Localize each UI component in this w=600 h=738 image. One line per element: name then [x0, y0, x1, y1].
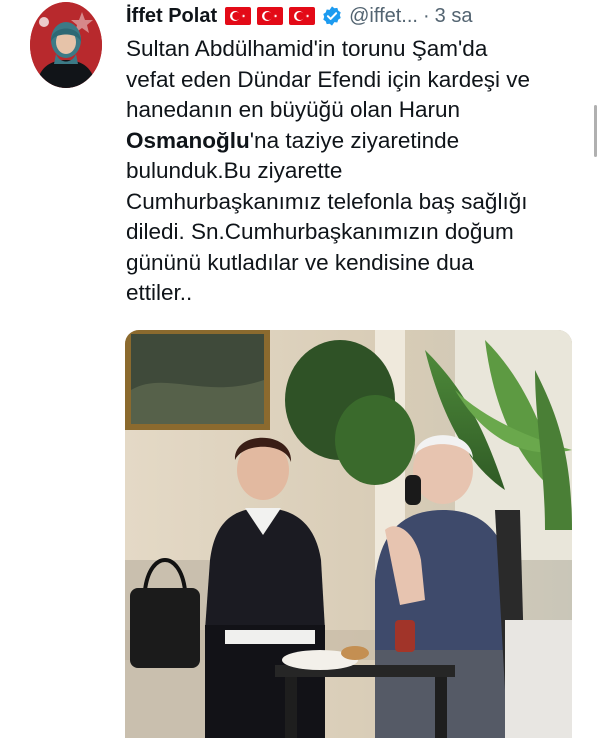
turkey-flag-icon	[257, 7, 284, 25]
turkey-flag-icon	[289, 7, 316, 25]
tweet-text-line: vefat eden Dündar Efendi için kardeşi ve	[126, 66, 530, 92]
tweet-text-line: Cumhurbaşkanımız telefonla baş sağlığı	[126, 188, 528, 214]
verified-badge-icon	[323, 6, 341, 26]
profile-avatar[interactable]	[30, 2, 102, 88]
separator-dot: ·	[422, 4, 430, 27]
tweet-text-line: diledi. Sn.Cumhurbaşkanımızın doğum	[126, 219, 514, 244]
tweet-text-line: gününü kutladılar ve kendisine dua	[126, 249, 474, 275]
bold-name: Osmanoğlu	[126, 127, 250, 153]
photo-scene	[125, 330, 572, 738]
tweet-header: İffet Polat @iffet... · 3 sa	[126, 0, 596, 32]
name-emoji-flags	[225, 7, 316, 25]
tweet-media-photo[interactable]	[125, 330, 572, 738]
display-name[interactable]: İffet Polat	[126, 5, 217, 28]
tweet-text-line-with-bold: Osmanoğlu'na taziye ziyaretinde	[126, 126, 582, 157]
scrollbar-thumb[interactable]	[594, 105, 597, 157]
tweet-text-line: hanedanın en büyüğü olan Harun	[126, 97, 461, 122]
tweet-timestamp[interactable]: 3 sa	[435, 5, 473, 28]
tweet-text-fragment: 'na taziye ziyaretinde	[249, 127, 460, 153]
tweet-text: Sultan Abdülhamid'in torunu Şam'da vefat…	[126, 34, 582, 309]
tweet-text-line: bulunduk.Bu ziyarette	[126, 158, 343, 183]
tweet-text-line: ettiler..	[126, 280, 193, 305]
user-handle[interactable]: @iffet...	[349, 5, 418, 28]
tweet-text-line: Sultan Abdülhamid'in torunu Şam'da	[126, 36, 488, 61]
tweet[interactable]: İffet Polat @iffet... · 3 sa Sultan Abdü…	[0, 0, 600, 738]
turkey-flag-icon	[225, 7, 252, 25]
avatar-photo	[30, 2, 102, 88]
